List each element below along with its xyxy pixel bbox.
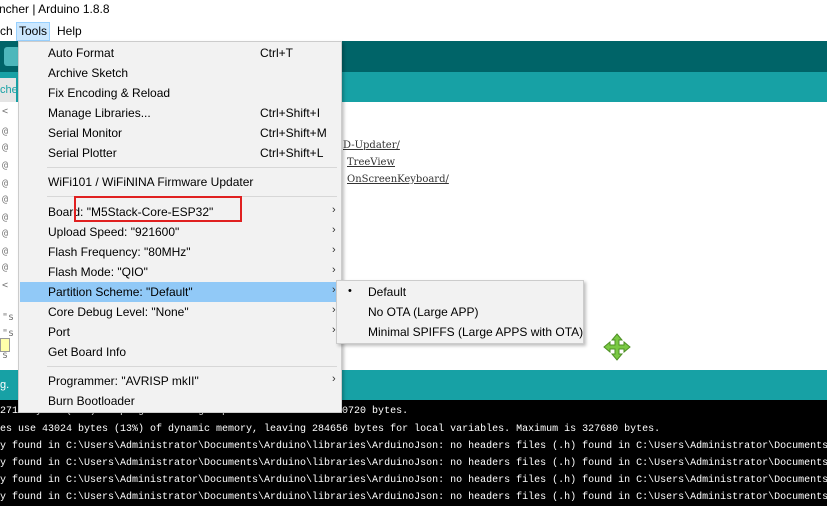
menu-item-flash-mode[interactable]: Flash Mode: "QIO" › bbox=[20, 262, 340, 282]
menu-item-serial-monitor[interactable]: Serial Monitor Ctrl+Shift+M bbox=[20, 123, 340, 143]
editor-marker bbox=[0, 338, 10, 352]
code-link[interactable]: OnScreenKeyboard/ bbox=[347, 174, 449, 185]
menu-item-programmer[interactable]: Programmer: "AVRISP mkII" › bbox=[20, 371, 340, 391]
submenu-item-minimal-spiffs[interactable]: Minimal SPIFFS (Large APPS with OTA) bbox=[338, 322, 584, 342]
menu-item-port[interactable]: Port › bbox=[20, 322, 340, 342]
menu-item-label: Upload Speed: "921600" bbox=[48, 225, 180, 239]
menu-item-firmware-updater[interactable]: WiFi101 / WiFiNINA Firmware Updater bbox=[20, 172, 340, 192]
menu-item-serial-plotter[interactable]: Serial Plotter Ctrl+Shift+L bbox=[20, 143, 340, 163]
status-text: g. bbox=[0, 379, 10, 391]
menu-tools[interactable]: Tools bbox=[16, 22, 51, 41]
console-output[interactable]: 2716 bytes (71%) of program storage spac… bbox=[0, 400, 827, 506]
submenu-item-label: No OTA (Large APP) bbox=[368, 305, 479, 319]
submenu-arrow-icon: › bbox=[332, 373, 336, 385]
console-line: y found in C:\Users\Administrator\Docume… bbox=[0, 475, 827, 486]
menu-item-shortcut: Ctrl+Shift+M bbox=[260, 126, 327, 140]
menu-item-label: Partition Scheme: "Default" bbox=[48, 285, 193, 299]
submenu-arrow-icon: › bbox=[332, 204, 336, 216]
menu-sketch[interactable]: ch bbox=[0, 23, 15, 40]
editor-gutter: < @ @ @ @ @ @ @ @ @ < "s "s s bbox=[0, 102, 18, 370]
menu-item-label: Core Debug Level: "None" bbox=[48, 305, 189, 319]
menu-item-flash-frequency[interactable]: Flash Frequency: "80MHz" › bbox=[20, 242, 340, 262]
tools-menu: Auto Format Ctrl+T Archive Sketch Fix En… bbox=[18, 41, 342, 413]
menu-item-auto-format[interactable]: Auto Format Ctrl+T bbox=[20, 43, 340, 63]
menu-help[interactable]: Help bbox=[55, 23, 84, 40]
gutter-mark: @ bbox=[2, 142, 9, 153]
console-line: y found in C:\Users\Administrator\Docume… bbox=[0, 458, 827, 469]
menu-item-archive-sketch[interactable]: Archive Sketch bbox=[20, 63, 340, 83]
menu-item-label: Fix Encoding & Reload bbox=[48, 86, 171, 100]
menu-item-label: Archive Sketch bbox=[48, 66, 129, 80]
gutter-mark: < bbox=[2, 280, 9, 291]
menu-item-label: Get Board Info bbox=[48, 345, 127, 359]
menu-item-label: Programmer: "AVRISP mkII" bbox=[48, 374, 199, 388]
gutter-mark: @ bbox=[2, 228, 9, 239]
menu-item-manage-libraries[interactable]: Manage Libraries... Ctrl+Shift+I bbox=[20, 103, 340, 123]
menu-item-label: Flash Mode: "QIO" bbox=[48, 265, 148, 279]
menu-item-core-debug-level[interactable]: Core Debug Level: "None" › bbox=[20, 302, 340, 322]
code-link[interactable]: TreeView bbox=[347, 157, 395, 168]
menu-item-label: Serial Monitor bbox=[48, 126, 123, 140]
submenu-item-label: Minimal SPIFFS (Large APPS with OTA) bbox=[368, 325, 584, 339]
title-bar: ncher | Arduino 1.8.8 bbox=[0, 0, 827, 20]
menu-item-fix-encoding[interactable]: Fix Encoding & Reload bbox=[20, 83, 340, 103]
move-cursor-icon bbox=[603, 333, 631, 361]
gutter-mark: @ bbox=[2, 194, 9, 205]
gutter-mark: @ bbox=[2, 178, 9, 189]
submenu-arrow-icon: › bbox=[332, 264, 336, 276]
menu-bar: ch Tools Help bbox=[0, 20, 827, 41]
partition-scheme-submenu: • Default No OTA (Large APP) Minimal SPI… bbox=[336, 280, 584, 344]
gutter-mark: @ bbox=[2, 262, 9, 273]
menu-item-label: Manage Libraries... bbox=[48, 106, 151, 120]
menu-item-burn-bootloader[interactable]: Burn Bootloader bbox=[20, 391, 340, 411]
window-title: ncher | Arduino 1.8.8 bbox=[0, 2, 110, 16]
menu-separator bbox=[47, 366, 337, 367]
submenu-item-default[interactable]: • Default bbox=[338, 282, 582, 302]
menu-item-shortcut: Ctrl+T bbox=[260, 46, 293, 60]
menu-item-label: WiFi101 / WiFiNINA Firmware Updater bbox=[48, 175, 254, 189]
gutter-mark: @ bbox=[2, 126, 9, 137]
console-line: y found in C:\Users\Administrator\Docume… bbox=[0, 492, 827, 503]
gutter-mark: @ bbox=[2, 160, 9, 171]
menu-item-shortcut: Ctrl+Shift+I bbox=[260, 106, 321, 120]
menu-item-upload-speed[interactable]: Upload Speed: "921600" › bbox=[20, 222, 340, 242]
sketch-tab-label: che bbox=[0, 84, 16, 96]
menu-item-partition-scheme[interactable]: Partition Scheme: "Default" › bbox=[20, 282, 340, 302]
submenu-item-label: Default bbox=[368, 285, 407, 299]
menu-item-get-board-info[interactable]: Get Board Info bbox=[20, 342, 340, 362]
highlight-annotation-box bbox=[74, 196, 242, 222]
code-fragment: "s bbox=[2, 312, 15, 323]
code-link[interactable]: D-Updater/ bbox=[343, 140, 400, 151]
menu-item-label: Flash Frequency: "80MHz" bbox=[48, 245, 191, 259]
menu-item-shortcut: Ctrl+Shift+L bbox=[260, 146, 324, 160]
submenu-arrow-icon: › bbox=[332, 224, 336, 236]
menu-item-label: Auto Format bbox=[48, 46, 115, 60]
gutter-mark: @ bbox=[2, 246, 9, 257]
submenu-arrow-icon: › bbox=[332, 244, 336, 256]
gutter-mark: @ bbox=[2, 212, 9, 223]
console-line: es use 43024 bytes (13%) of dynamic memo… bbox=[0, 424, 661, 435]
console-line: y found in C:\Users\Administrator\Docume… bbox=[0, 441, 827, 452]
menu-item-label: Serial Plotter bbox=[48, 146, 117, 160]
submenu-item-no-ota[interactable]: No OTA (Large APP) bbox=[338, 302, 582, 322]
menu-item-label: Burn Bootloader bbox=[48, 394, 135, 408]
gutter-mark: < bbox=[2, 106, 9, 117]
menu-item-label: Port bbox=[48, 325, 71, 339]
selected-bullet-icon: • bbox=[348, 285, 352, 297]
menu-separator bbox=[47, 167, 337, 168]
sketch-tab[interactable]: che bbox=[0, 78, 16, 102]
